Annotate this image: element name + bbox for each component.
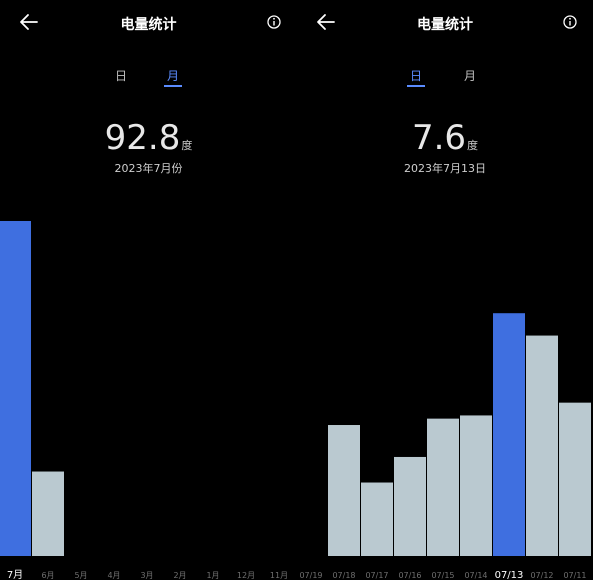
bar-07/16[interactable] (394, 456, 426, 556)
x-tick-label: 07/19 (299, 571, 322, 580)
bar-07/17[interactable] (361, 482, 393, 556)
x-tick-label: 1月 (206, 571, 219, 580)
panel-daily: 电量统计 日 月 7.6度 2023年7月13日 07/19 07/18 07/17… (297, 0, 593, 580)
x-tick-label: 07/14 (464, 571, 487, 580)
bar-07/13[interactable] (493, 313, 525, 556)
x-tick-label: 07/11 (563, 571, 586, 580)
bar-07/11[interactable] (559, 402, 591, 556)
panel-monthly: 电量统计 日 月 92.8度 2023年7月份 7月 6月 5月 4月 3月 2月 1月 12… (0, 0, 297, 580)
x-tick-label: 07/15 (431, 571, 454, 580)
x-tick-label: 3月 (140, 571, 153, 580)
x-tick-label: 07/16 (398, 571, 421, 580)
x-tick-label: 07/17 (365, 571, 388, 580)
bar-07/14[interactable] (460, 415, 492, 556)
x-tick-label: 11月 (270, 571, 288, 580)
x-tick-label: 6月 (41, 571, 54, 580)
daily-bar-chart[interactable]: 07/19 07/18 07/17 07/16 07/15 07/14 07/13 07/12… (297, 0, 593, 580)
x-tick-label: 12月 (237, 571, 255, 580)
bar-07/15[interactable] (427, 418, 459, 556)
x-tick-label: 5月 (74, 571, 87, 580)
x-tick-label: 4月 (107, 571, 120, 580)
x-tick-label: 07/18 (332, 571, 355, 580)
x-tick-label: 07/13 (495, 570, 524, 580)
monthly-bar-chart[interactable]: 7月 6月 5月 4月 3月 2月 1月 12月 11月 (0, 0, 297, 580)
bar-6月[interactable] (32, 471, 64, 556)
x-tick-label: 7月 (7, 569, 23, 580)
bar-07/12[interactable] (526, 335, 558, 556)
bar-07/18[interactable] (328, 425, 360, 556)
bar-7月[interactable] (0, 220, 31, 556)
x-tick-label: 07/12 (530, 571, 553, 580)
x-tick-label: 2月 (173, 571, 186, 580)
